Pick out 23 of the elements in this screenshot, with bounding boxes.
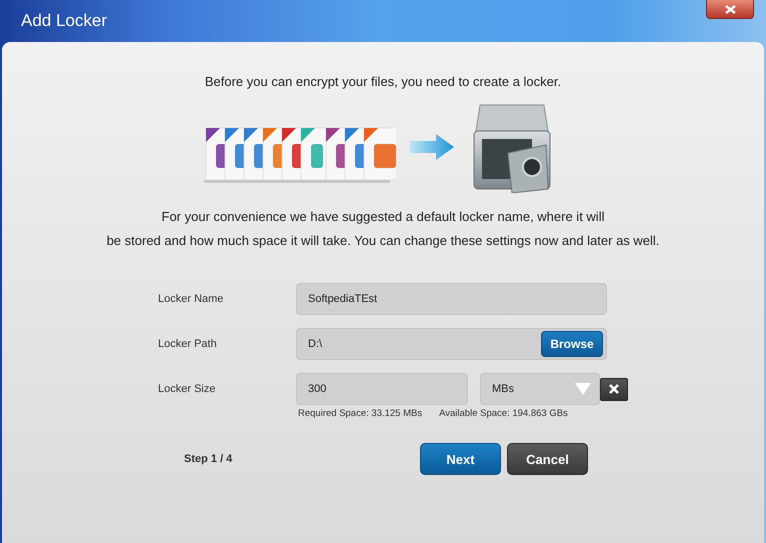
close-button[interactable] — [706, 0, 754, 19]
arrow-icon — [410, 134, 454, 160]
field-label: Locker Size — [158, 382, 216, 397]
browse-button[interactable]: Browse — [541, 331, 603, 357]
step-indicator: Step 1 / 4 — [184, 453, 234, 465]
required-space-text: Required Space: 33.125 MBs — [298, 408, 422, 419]
next-button[interactable]: Next — [420, 443, 501, 475]
caret-icon — [575, 383, 591, 395]
field-label: Locker Path — [158, 337, 218, 352]
input-field[interactable]: D:\ Browse — [296, 328, 607, 360]
description-text: For your convenience we have suggested a default locker name, where it will be stored and how much space it will take. You can change these settings now and later as well. — [106, 208, 660, 250]
input-field[interactable]: 300 — [296, 373, 468, 405]
window-title: Add Locker — [21, 11, 107, 31]
clear-button[interactable] — [600, 378, 628, 400]
available-space-text: Available Space: 194.863 GBs — [439, 408, 568, 419]
cancel-button[interactable]: Cancel — [507, 443, 588, 475]
intro-text: Before you can encrypt your files, you need to create a locker. — [204, 74, 562, 89]
unit-dropdown[interactable]: MBs — [480, 373, 600, 405]
input-field[interactable]: SoftpediaTEst — [296, 283, 607, 315]
close-icon — [609, 384, 619, 394]
close-icon — [724, 4, 736, 14]
field-label: Locker Name — [158, 292, 224, 307]
path-value: D:\ — [308, 338, 322, 350]
